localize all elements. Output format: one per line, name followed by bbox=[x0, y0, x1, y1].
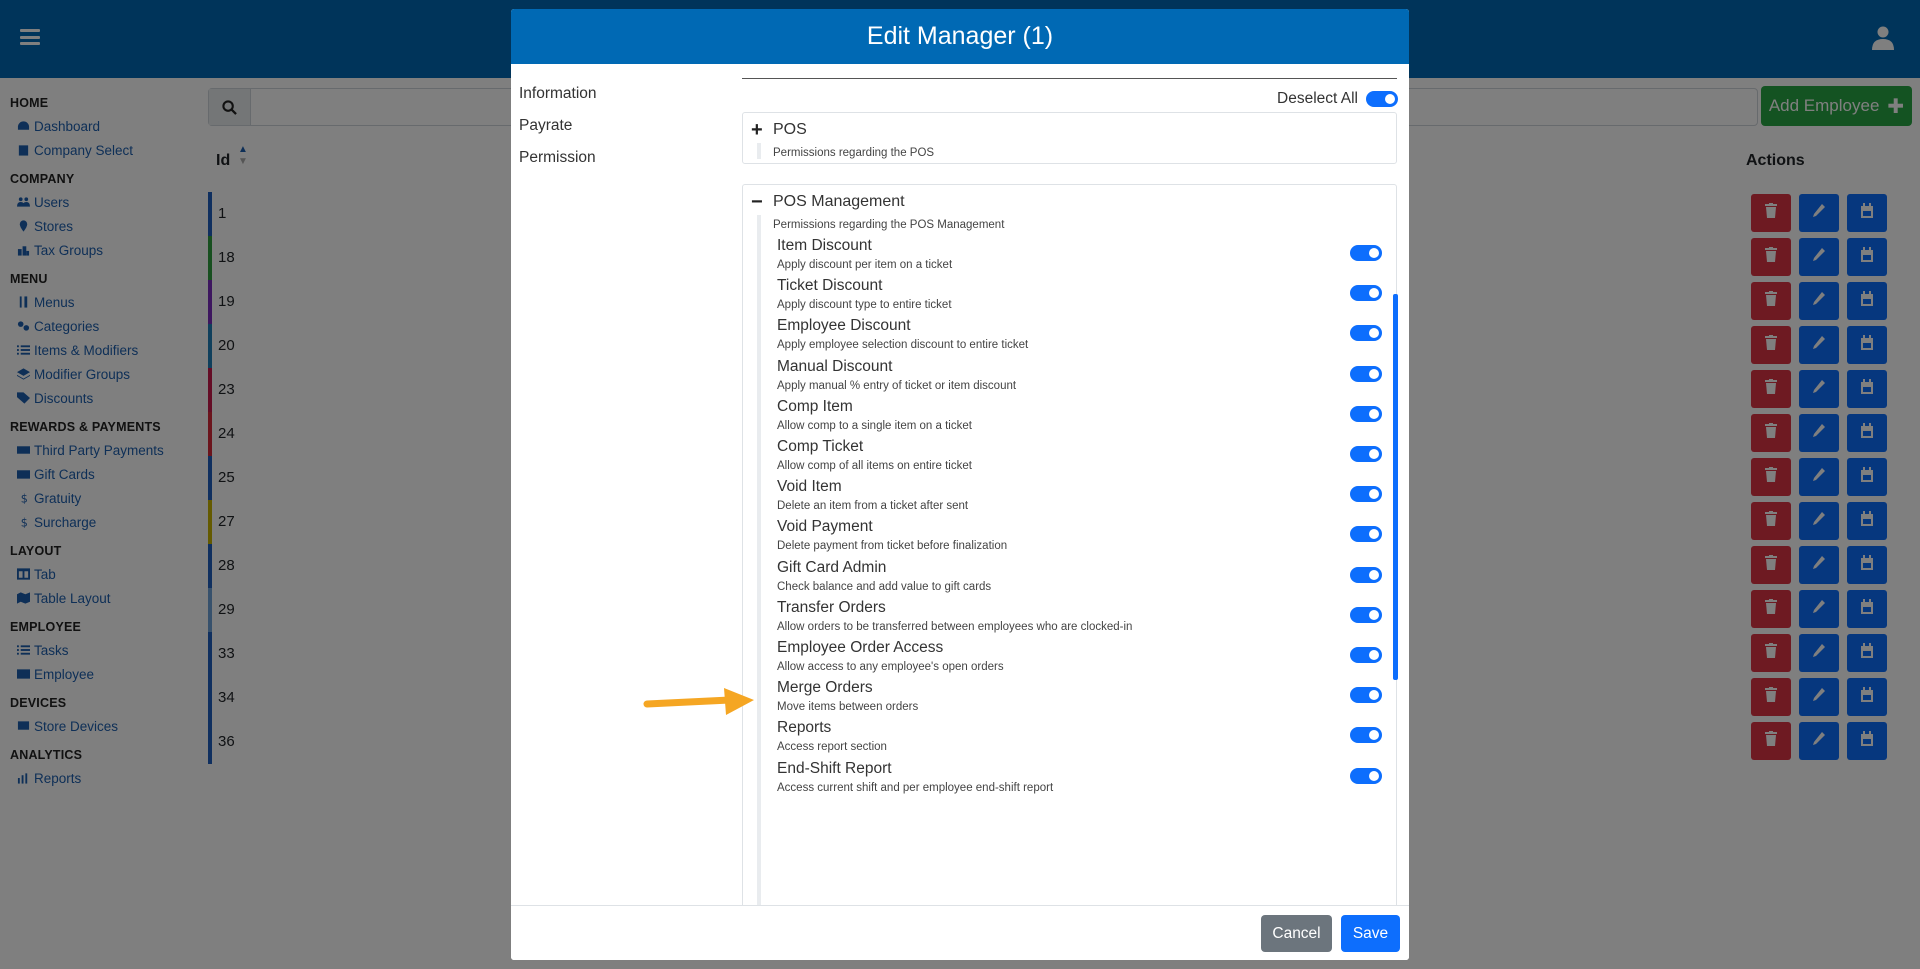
group-indent-line bbox=[757, 215, 761, 914]
nav-payrate[interactable]: Payrate bbox=[519, 110, 597, 142]
permission-desc: Apply employee selection discount to ent… bbox=[777, 339, 1029, 352]
permission-desc: Apply discount type to entire ticket bbox=[777, 299, 952, 312]
permission-desc: Access report section bbox=[777, 741, 887, 754]
permission-toggle[interactable] bbox=[1350, 446, 1382, 462]
collapse-icon[interactable]: − bbox=[751, 192, 765, 212]
permission-title: Employee Discount bbox=[777, 317, 911, 335]
permission-title: Merge Orders bbox=[777, 679, 873, 697]
scrollbar-thumb[interactable] bbox=[1393, 294, 1398, 680]
nav-permission[interactable]: Permission bbox=[519, 142, 597, 174]
permission-title: Item Discount bbox=[777, 237, 872, 254]
permission-toggle[interactable] bbox=[1350, 687, 1382, 704]
permission-item: End-Shift Report Access current shift and… bbox=[777, 760, 1382, 809]
deselect-all-toggle[interactable] bbox=[1366, 91, 1398, 107]
permission-title: Reports bbox=[777, 719, 832, 737]
permission-desc: Apply manual % entry of ticket or item d… bbox=[777, 379, 1017, 392]
permission-title: Transfer Orders bbox=[777, 598, 886, 616]
group-pos-management: − POS Management Permissions regarding t… bbox=[742, 184, 1397, 914]
group-pos: + POS Permissions regarding the POS bbox=[742, 112, 1397, 164]
annotation-arrow-icon bbox=[643, 688, 754, 715]
permission-title: Comp Ticket bbox=[777, 438, 864, 455]
group-indent-line bbox=[757, 143, 761, 159]
permission-toggle[interactable] bbox=[1350, 486, 1382, 503]
permission-desc: Allow access to any employee's open orde… bbox=[777, 661, 1004, 673]
permission-toggle[interactable] bbox=[1350, 647, 1382, 663]
expand-icon[interactable]: + bbox=[751, 120, 765, 140]
nav-information[interactable]: Information bbox=[519, 78, 597, 110]
permission-desc: Allow comp of all items on entire ticket bbox=[777, 460, 972, 472]
cancel-button[interactable]: Cancel bbox=[1261, 915, 1332, 952]
permission-desc: Delete an item from a ticket after sent bbox=[777, 500, 969, 513]
permission-toggle[interactable] bbox=[1350, 566, 1382, 583]
modal-nav: Information Payrate Permission bbox=[519, 78, 597, 174]
permission-desc: Apply discount per item on a ticket bbox=[777, 259, 953, 271]
permission-toggle[interactable] bbox=[1350, 767, 1382, 784]
permission-toggle[interactable] bbox=[1350, 606, 1382, 623]
permission-title: Comp Item bbox=[777, 397, 853, 415]
divider bbox=[742, 78, 1397, 79]
group-pos-desc: Permissions regarding the POS bbox=[773, 147, 935, 159]
deselect-all-control[interactable]: Deselect All bbox=[1277, 90, 1398, 108]
permission-title: Gift Card Admin bbox=[777, 558, 887, 576]
permission-toggle[interactable] bbox=[1350, 405, 1382, 422]
group-pos-header[interactable]: + POS bbox=[751, 120, 807, 140]
permission-title: End-Shift Report bbox=[777, 759, 892, 777]
permission-panel: Deselect All + POS Permissions regarding… bbox=[742, 64, 1398, 914]
permission-desc: Allow comp to a single item on a ticket bbox=[777, 419, 972, 432]
modal-title: Edit Manager (1) bbox=[511, 9, 1409, 64]
edit-manager-modal: Edit Manager (1) Information Payrate Per… bbox=[511, 9, 1409, 960]
permission-title: Manual Discount bbox=[777, 357, 893, 375]
permission-toggle[interactable] bbox=[1350, 365, 1382, 382]
group-pos-management-desc: Permissions regarding the POS Management bbox=[773, 219, 1005, 231]
permission-title: Void Item bbox=[777, 478, 842, 496]
permission-toggle[interactable] bbox=[1350, 325, 1382, 342]
permission-desc: Check balance and add value to gift card… bbox=[777, 580, 992, 593]
permission-desc: Delete payment from ticket before finali… bbox=[777, 540, 1008, 553]
save-button[interactable]: Save bbox=[1341, 915, 1400, 952]
permission-desc: Move items between orders bbox=[777, 701, 919, 714]
permission-toggle[interactable] bbox=[1350, 727, 1382, 744]
permission-toggle[interactable] bbox=[1350, 285, 1382, 302]
permission-desc: Access current shift and per employee en… bbox=[777, 781, 1054, 794]
permission-desc: Allow orders to be transferred between e… bbox=[777, 620, 1133, 633]
modal-footer: Cancel Save bbox=[511, 905, 1409, 960]
deselect-all-label: Deselect All bbox=[1277, 90, 1358, 107]
group-pos-management-title: POS Management bbox=[773, 193, 905, 210]
group-pos-management-header[interactable]: − POS Management bbox=[751, 192, 905, 212]
permission-toggle[interactable] bbox=[1350, 526, 1382, 543]
permission-toggle[interactable] bbox=[1350, 245, 1382, 261]
permission-title: Ticket Discount bbox=[777, 277, 883, 295]
permission-title: Void Payment bbox=[777, 518, 873, 536]
permission-title: Employee Order Access bbox=[777, 639, 944, 656]
group-pos-title: POS bbox=[773, 121, 807, 138]
